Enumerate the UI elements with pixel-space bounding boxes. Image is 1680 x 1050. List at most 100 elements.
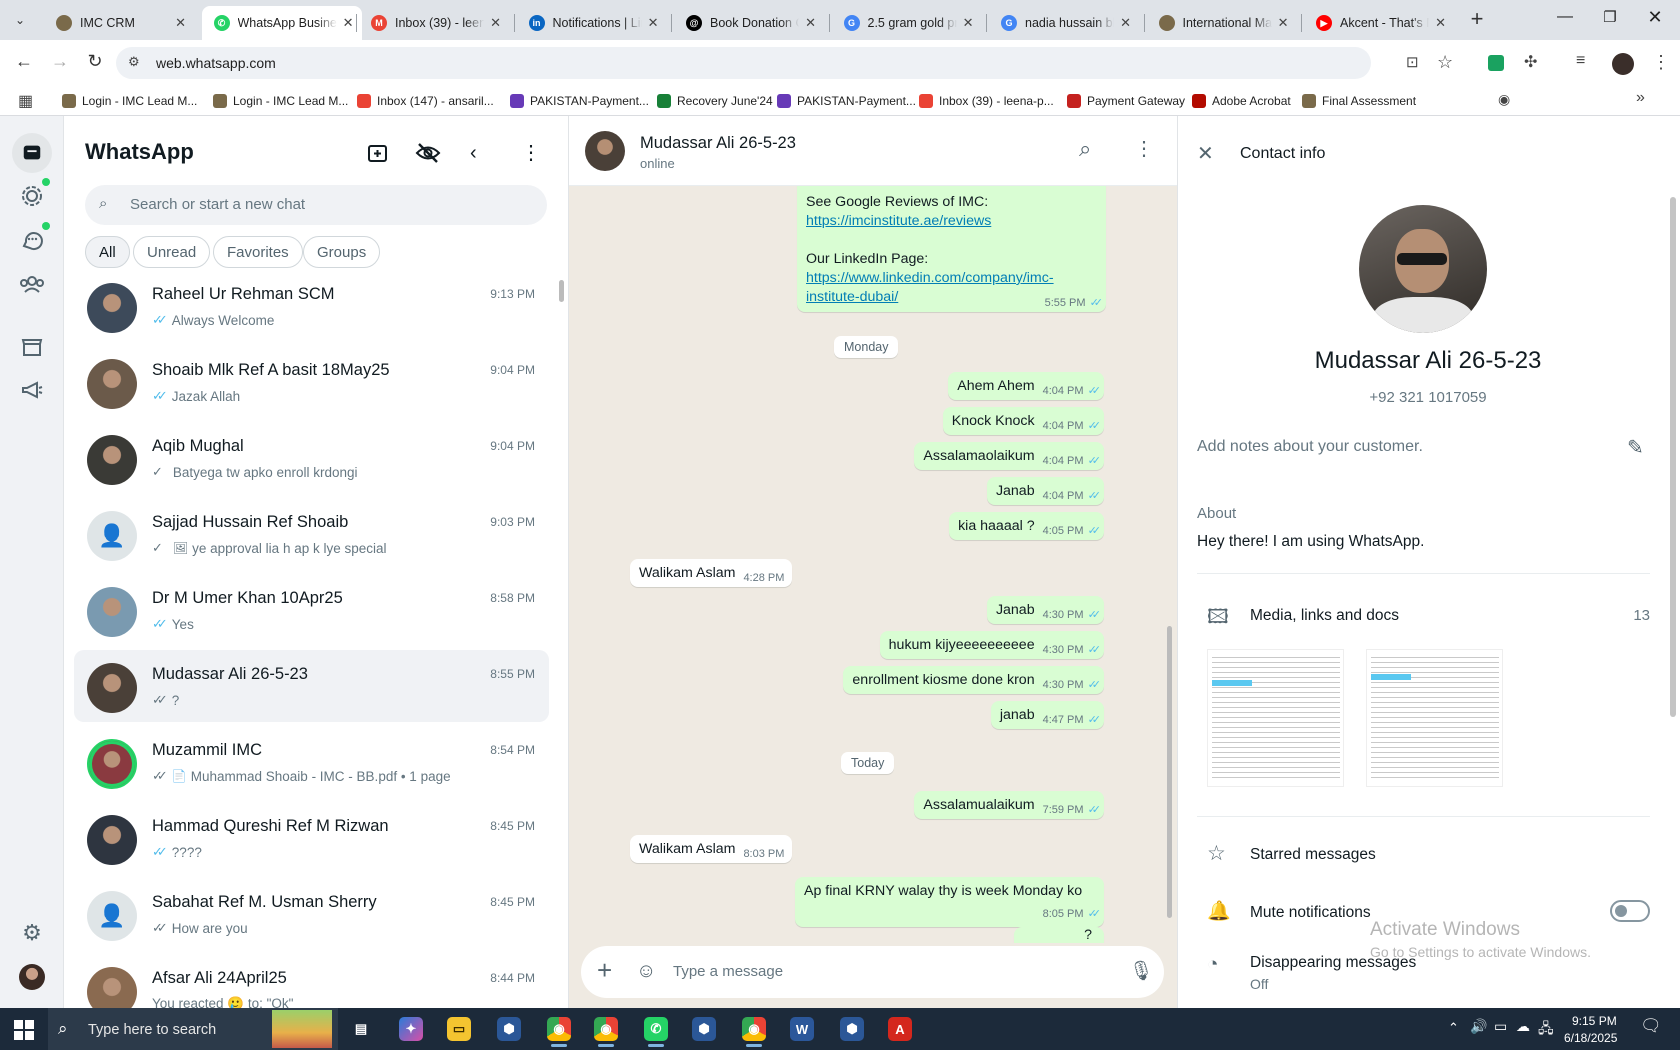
message-link[interactable]: https://imcinstitute.ae/reviews (806, 213, 991, 229)
message-outgoing[interactable]: Ahem Ahem 4:04 PM ✓✓ (948, 372, 1104, 400)
message-outgoing[interactable]: hukum kijyeeeeeeeeee 4:30 PM ✓✓ (879, 631, 1104, 659)
more-bookmarks-icon[interactable]: » (1636, 89, 1645, 107)
mute-toggle[interactable] (1610, 900, 1650, 922)
taskbar-app[interactable]: ⬢ (688, 1013, 720, 1045)
taskbar-app[interactable]: ✆ (640, 1013, 672, 1047)
chat-row[interactable]: Hammad Qureshi Ref M Rizwan 8:45 PM ✓✓???? (74, 802, 549, 874)
site-info-icon[interactable]: ⚙ (128, 54, 140, 70)
close-tab-icon[interactable]: ✕ (343, 15, 354, 31)
extensions-puzzle-icon[interactable]: ✣ (1524, 52, 1537, 72)
conversation-menu-icon[interactable]: ⋮ (1134, 136, 1154, 161)
filter-chip-groups[interactable]: Groups (303, 236, 381, 268)
emoji-sticker-icon[interactable]: ☺ (636, 960, 656, 983)
close-tab-icon[interactable]: ✕ (805, 15, 816, 31)
search-messages-icon[interactable]: ⌕ (1079, 136, 1091, 162)
close-tab-icon[interactable]: ✕ (1278, 15, 1289, 31)
message-composer[interactable]: + ☺ Type a message 🎙 (581, 946, 1164, 998)
taskbar-time[interactable]: 9:15 PM (1572, 1014, 1617, 1028)
message-outgoing[interactable]: Knock Knock 4:04 PM ✓✓ (942, 407, 1104, 435)
media-thumbnail[interactable] (1207, 649, 1344, 787)
chat-row[interactable]: Raheel Ur Rehman SCM 9:13 PM ✓✓ Always Welc… (74, 270, 549, 342)
taskbar-date[interactable]: 6/18/2025 (1564, 1031, 1617, 1045)
filter-chip-favorites[interactable]: Favorites (213, 236, 303, 268)
bookmark-star-icon[interactable]: ☆ (1437, 52, 1453, 73)
taskbar-app[interactable]: ✦ (395, 1013, 427, 1045)
speaker-icon[interactable]: 🔊 (1470, 1018, 1487, 1035)
taskbar-app[interactable]: ◉ (738, 1013, 770, 1047)
bookmark-item[interactable]: Login - IMC Lead M... (62, 91, 197, 111)
minimize-button[interactable]: — (1555, 8, 1575, 28)
edit-notes-icon[interactable]: ✎ (1627, 435, 1644, 460)
profile-avatar[interactable] (1612, 53, 1634, 75)
extension-green-icon[interactable] (1488, 55, 1504, 71)
message-link[interactable]: https://www.linkedin.com/company/imc- (806, 270, 1054, 286)
close-tab-icon[interactable]: ✕ (490, 15, 501, 31)
close-tab-icon[interactable]: ✕ (648, 15, 659, 31)
bookmark-item[interactable]: Adobe Acrobat (1192, 91, 1291, 111)
chat-row[interactable]: 👤 Sabahat Ref M. Usman Sherry 8:45 PM ✓✓ How… (74, 878, 549, 950)
network-icon[interactable]: 🖧 (1538, 1018, 1554, 1042)
bookmark-item[interactable]: PAKISTAN-Payment... (777, 91, 916, 111)
bookmark-item[interactable]: Recovery June'24 (657, 91, 773, 111)
reload-button[interactable]: ↻ (83, 51, 107, 75)
message-incoming[interactable]: Walikam Aslam 8:03 PM (630, 835, 793, 863)
bookmark-item[interactable]: PAKISTAN-Payment... (510, 91, 649, 111)
conversation-header[interactable]: Mudassar Ali 26-5-23 online ⌕ ⋮ (569, 116, 1177, 186)
bookmark-item[interactable]: Inbox (147) - ansaril... (357, 91, 494, 111)
media-links-docs-row[interactable]: 🖾 Media, links and docs 13 (1197, 600, 1650, 630)
browser-tab[interactable]: International Masters ✕ (1147, 6, 1297, 40)
browser-tab[interactable]: ✆ WhatsApp Business ✕ (201, 6, 362, 40)
chat-row[interactable]: Shoaib Mlk Ref A basit 18May25 9:04 PM ✓✓ J… (74, 346, 549, 418)
message-incoming[interactable]: Walikam Aslam 4:28 PM (630, 559, 793, 587)
close-tab-icon[interactable]: ✕ (963, 15, 974, 31)
notes-input[interactable]: Add notes about your customer. (1197, 438, 1423, 456)
chats-nav-button[interactable] (12, 133, 52, 173)
conversation-scrollbar[interactable] (1167, 626, 1172, 918)
browser-tab[interactable]: Gnadia hussain blog ✕ (989, 6, 1139, 40)
chat-list-menu-button[interactable]: ⋮ (521, 141, 541, 165)
messages-area[interactable]: See Google Reviews of IMC: https://imcin… (569, 186, 1177, 943)
message-outgoing[interactable]: janab 4:47 PM ✓✓ (990, 701, 1104, 729)
browser-tab[interactable]: G 2.5 gram gold price ✕ (832, 6, 982, 40)
tab-search-button[interactable]: ⌄ (10, 10, 30, 30)
forward-button[interactable]: → (48, 51, 72, 75)
message-outgoing[interactable]: Ap final KRNY walay thy is week Monday k… (795, 877, 1104, 927)
taskbar-app[interactable]: ⬢ (836, 1013, 868, 1045)
install-app-icon[interactable]: ⊡ (1406, 53, 1419, 71)
message-outgoing[interactable]: enrollment kiosme done kron 4:30 PM ✓✓ (843, 666, 1104, 694)
channels-nav-button[interactable] (20, 222, 50, 252)
bookmark-item[interactable]: Final Assessment (1302, 91, 1416, 111)
weather-icon[interactable]: ☁ (1516, 1018, 1530, 1035)
chat-list-scrollbar[interactable] (559, 280, 564, 302)
address-bar[interactable]: ⚙ web.whatsapp.com ⊡ (116, 47, 1419, 79)
filter-chip-unread[interactable]: Unread (133, 236, 211, 268)
profile-nav-avatar[interactable] (19, 964, 45, 990)
chat-row[interactable]: Aqib Mughal 9:04 PM ✓ Batyega tw apko enrol… (74, 422, 549, 494)
chat-row[interactable]: 👤 Sajjad Hussain Ref Shoaib 9:03 PM ✓ 🖼 ye ap… (74, 498, 549, 570)
close-tab-icon[interactable]: ✕ (1120, 15, 1131, 31)
taskbar-app[interactable]: ▭ (443, 1013, 475, 1045)
chat-row[interactable]: Muzammil IMC 8:54 PM ✓✓ 📄 Muhammad Shoaib - … (74, 726, 549, 798)
restore-button[interactable]: ❐ (1600, 8, 1620, 28)
chat-row[interactable]: Dr M Umer Khan 10Apr25 8:58 PM ✓✓ Yes (74, 574, 549, 646)
new-tab-button[interactable]: + (1465, 8, 1489, 32)
attach-plus-icon[interactable]: + (597, 956, 612, 984)
contact-panel-scrollbar[interactable] (1670, 197, 1676, 717)
close-tab-icon[interactable]: ✕ (1435, 15, 1446, 31)
message-outgoing[interactable]: Janab 4:30 PM ✓✓ (986, 596, 1104, 624)
taskbar-app[interactable]: ◉ (543, 1013, 575, 1047)
message-outgoing[interactable]: Assalamaolaikum 4:04 PM ✓✓ (914, 442, 1104, 470)
start-button[interactable] (14, 1020, 34, 1040)
status-nav-button[interactable] (20, 178, 50, 208)
message-outgoing-partial[interactable]: ? (1014, 927, 1104, 943)
bookmark-overflow-icon[interactable]: ◉ (1498, 91, 1510, 108)
media-controls-icon[interactable]: ≡ (1576, 52, 1585, 70)
bookmark-item[interactable]: Login - IMC Lead M... (213, 91, 348, 111)
filter-chip-all[interactable]: All (85, 236, 130, 268)
collapse-panel-button[interactable]: ‹ (470, 141, 490, 165)
taskbar-app[interactable]: W (786, 1013, 818, 1045)
close-contact-info-icon[interactable]: ✕ (1197, 141, 1214, 166)
message-outgoing-links[interactable]: See Google Reviews of IMC: https://imcin… (797, 186, 1106, 312)
browser-menu-icon[interactable]: ⋮ (1652, 52, 1670, 73)
browser-tab[interactable]: IMC CRM ✕ (44, 6, 194, 40)
